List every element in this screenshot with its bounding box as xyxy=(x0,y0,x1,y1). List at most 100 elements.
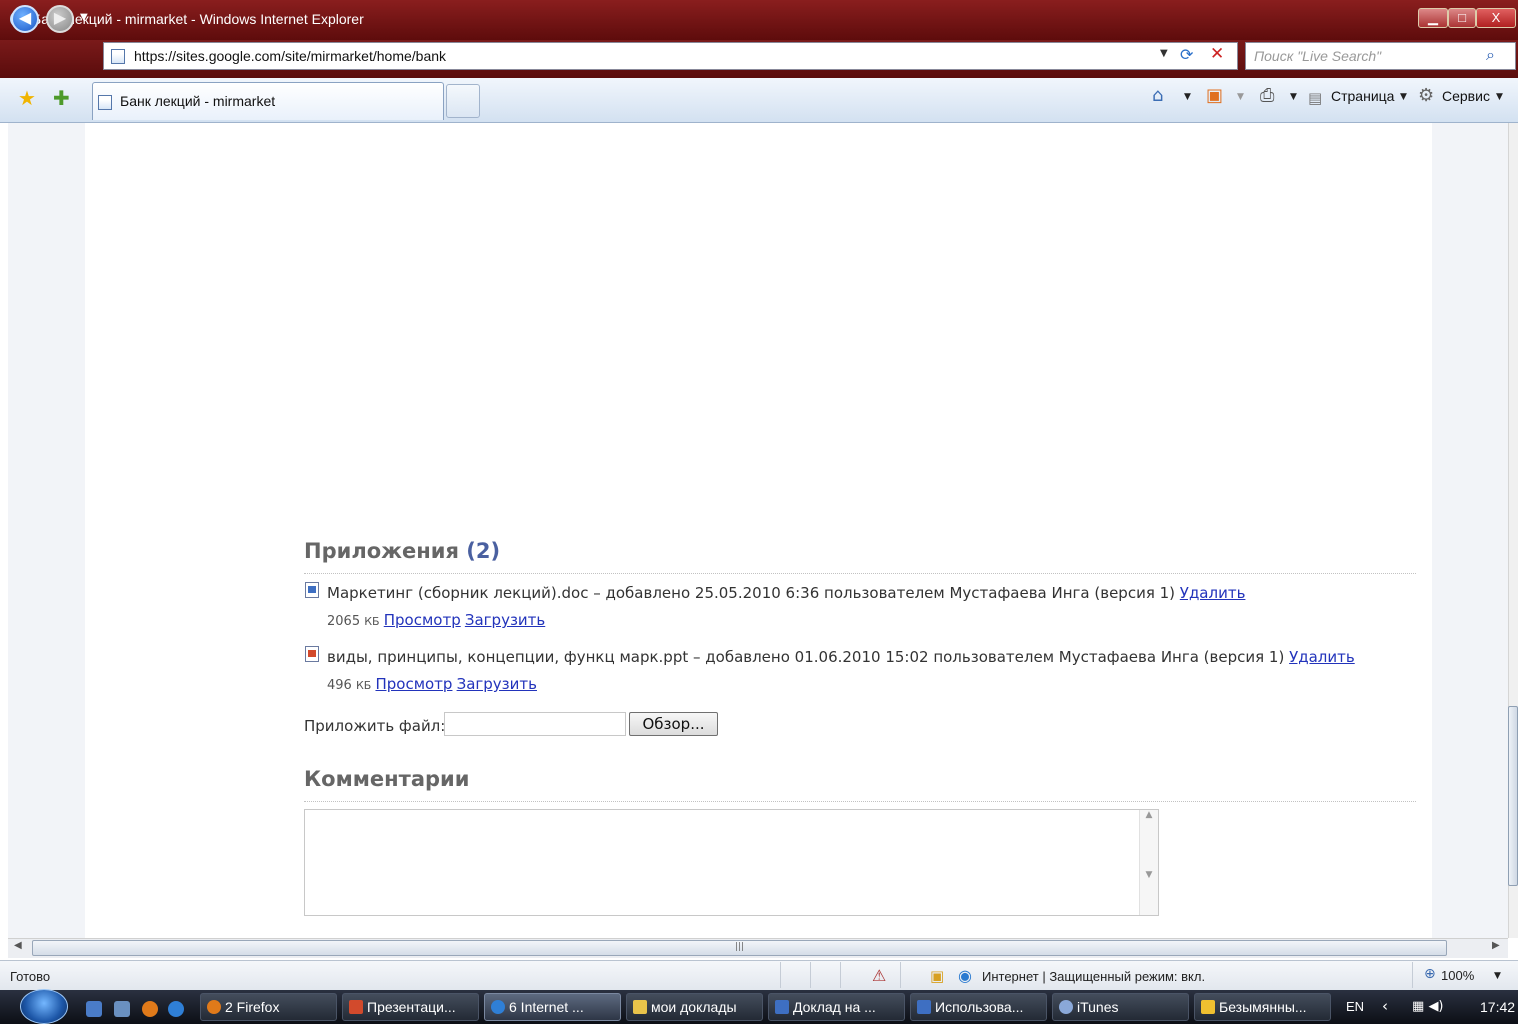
status-text: Готово xyxy=(10,969,51,984)
new-tab-button[interactable] xyxy=(446,84,480,118)
title-bar: Банк лекций - mirmarket - Windows Intern… xyxy=(0,0,1518,40)
search-input[interactable]: Поиск "Live Search" xyxy=(1254,48,1381,64)
back-button[interactable]: ◀ xyxy=(11,5,39,33)
download-link[interactable]: Загрузить xyxy=(465,611,545,629)
scroll-left-icon[interactable]: ◀ xyxy=(14,940,22,951)
start-button[interactable] xyxy=(20,989,68,1024)
tools-menu[interactable]: Сервис xyxy=(1442,88,1490,104)
taskbar-item-word-doc[interactable]: Доклад на ... xyxy=(768,993,905,1021)
print-dropdown-icon[interactable]: ▼ xyxy=(1290,92,1297,102)
status-bar xyxy=(0,960,1518,990)
taskbar-item-label: 6 Internet ... xyxy=(509,999,584,1015)
attachment-row: виды, принципы, концепции, функц марк.pp… xyxy=(327,648,1355,666)
home-icon[interactable]: ⌂ xyxy=(1152,85,1163,106)
taskbar-item-label: 2 Firefox xyxy=(225,999,280,1015)
download-link[interactable]: Загрузить xyxy=(457,675,537,693)
home-dropdown-icon[interactable]: ▼ xyxy=(1184,92,1191,102)
tab-page-icon xyxy=(98,95,112,110)
powerpoint-icon xyxy=(305,646,319,662)
comment-scrollbar[interactable]: ▲ ▼ xyxy=(1139,810,1158,915)
comment-textarea[interactable] xyxy=(304,809,1159,916)
firefox-quicklaunch-icon[interactable] xyxy=(142,1001,158,1017)
privacy-icon[interactable]: ⚠ xyxy=(872,966,886,985)
vertical-scrollbar-thumb[interactable] xyxy=(1508,706,1518,886)
close-button[interactable]: X xyxy=(1476,8,1516,28)
attachment-meta: 496 КБ Просмотр Загрузить xyxy=(327,675,537,693)
status-separator xyxy=(900,962,901,988)
comments-divider xyxy=(304,801,1416,802)
feed-dropdown-icon[interactable]: ▼ xyxy=(1237,92,1244,102)
scroll-right-icon[interactable]: ▶ xyxy=(1492,940,1500,951)
add-favorites-icon[interactable]: ✚ xyxy=(53,86,70,110)
tab-label: Банк лекций - mirmarket xyxy=(120,93,276,109)
comments-heading: Комментарии xyxy=(304,767,470,791)
powerpoint-icon xyxy=(349,1000,363,1014)
paint-icon xyxy=(1201,1000,1215,1014)
zoom-dropdown-icon[interactable]: ▼ xyxy=(1494,971,1501,981)
horizontal-scrollbar-thumb[interactable]: ||| xyxy=(32,940,1447,956)
stop-icon[interactable]: ✕ xyxy=(1210,44,1224,64)
status-separator xyxy=(810,962,811,988)
file-size-unit: КБ xyxy=(355,679,372,692)
word-icon xyxy=(775,1000,789,1014)
url-dropdown-icon[interactable]: ▼ xyxy=(1160,48,1168,59)
attachment-name: Маркетинг (сборник лекций).doc – добавле… xyxy=(327,584,1176,602)
delete-link[interactable]: Удалить xyxy=(1289,648,1355,666)
attachments-divider xyxy=(304,573,1416,574)
file-size: 496 xyxy=(327,678,352,693)
protected-mode-icon[interactable]: ▣ xyxy=(930,967,944,985)
page-menu-dropdown-icon[interactable]: ▼ xyxy=(1400,92,1407,102)
security-zone-text[interactable]: Интернет | Защищенный режим: вкл. xyxy=(982,969,1205,984)
delete-link[interactable]: Удалить xyxy=(1180,584,1246,602)
taskbar-item-label: Доклад на ... xyxy=(793,999,876,1015)
language-indicator[interactable]: EN xyxy=(1346,999,1364,1014)
attachment-row: Маркетинг (сборник лекций).doc – добавле… xyxy=(327,584,1245,602)
firefox-icon xyxy=(207,1000,221,1014)
taskbar-item-label: Презентаци... xyxy=(367,999,456,1015)
tools-menu-dropdown-icon[interactable]: ▼ xyxy=(1496,92,1503,102)
forward-button[interactable]: ▶ xyxy=(46,5,74,33)
taskbar-item-paint[interactable]: Безымянны... xyxy=(1194,993,1331,1021)
taskbar-item-folder[interactable]: мои доклады xyxy=(626,993,763,1021)
word-doc-icon xyxy=(305,582,319,598)
status-separator xyxy=(780,962,781,988)
rss-feed-icon[interactable]: ▣ xyxy=(1206,85,1223,106)
maximize-button[interactable]: □ xyxy=(1448,8,1476,28)
taskbar-item-word-doc-2[interactable]: Использова... xyxy=(910,993,1047,1021)
network-icon[interactable]: ▦ xyxy=(1412,999,1424,1014)
file-path-input[interactable] xyxy=(444,712,626,736)
minimize-button[interactable]: ▁ xyxy=(1418,8,1448,28)
zoom-level[interactable]: 100% xyxy=(1441,968,1474,983)
status-separator xyxy=(840,962,841,988)
show-desktop-icon[interactable] xyxy=(86,1001,102,1017)
show-hidden-icons-icon[interactable]: ‹ xyxy=(1382,997,1388,1015)
gear-icon: ⚙ xyxy=(1418,85,1435,106)
itunes-icon xyxy=(1059,1000,1073,1014)
view-link[interactable]: Просмотр xyxy=(375,675,452,693)
tray-icons: ▦ ◀) xyxy=(1412,999,1444,1014)
recent-pages-dropdown-icon[interactable]: ▼ xyxy=(80,12,88,23)
switch-windows-icon[interactable] xyxy=(114,1001,130,1017)
refresh-icon[interactable]: ⟳ xyxy=(1180,45,1193,64)
taskbar-item-label: iTunes xyxy=(1077,999,1119,1015)
print-icon[interactable]: ⎙ xyxy=(1260,85,1274,106)
address-bar[interactable]: https://sites.google.com/site/mirmarket/… xyxy=(103,42,1238,70)
search-icon[interactable]: ⌕ xyxy=(1486,45,1495,65)
taskbar-item-itunes[interactable]: iTunes xyxy=(1052,993,1189,1021)
favorites-star-icon[interactable]: ★ xyxy=(18,86,36,110)
taskbar-item-internet-explorer[interactable]: 6 Internet ... xyxy=(484,993,621,1021)
view-link[interactable]: Просмотр xyxy=(384,611,461,629)
folder-icon xyxy=(633,1000,647,1014)
browse-button[interactable]: Обзор... xyxy=(629,712,718,736)
tab-active[interactable]: Банк лекций - mirmarket xyxy=(92,82,444,120)
taskbar-item-firefox[interactable]: 2 Firefox xyxy=(200,993,337,1021)
ie-quicklaunch-icon[interactable] xyxy=(168,1001,184,1017)
page-menu[interactable]: Страница xyxy=(1331,88,1394,104)
url-input[interactable]: https://sites.google.com/site/mirmarket/… xyxy=(134,48,446,64)
word-icon xyxy=(917,1000,931,1014)
clock[interactable]: 17:42 xyxy=(1480,999,1515,1015)
volume-icon[interactable]: ◀) xyxy=(1428,999,1443,1014)
status-separator xyxy=(1412,962,1413,988)
search-box[interactable]: Поиск "Live Search" ⌕ xyxy=(1245,42,1516,70)
taskbar-item-powerpoint[interactable]: Презентаци... xyxy=(342,993,479,1021)
